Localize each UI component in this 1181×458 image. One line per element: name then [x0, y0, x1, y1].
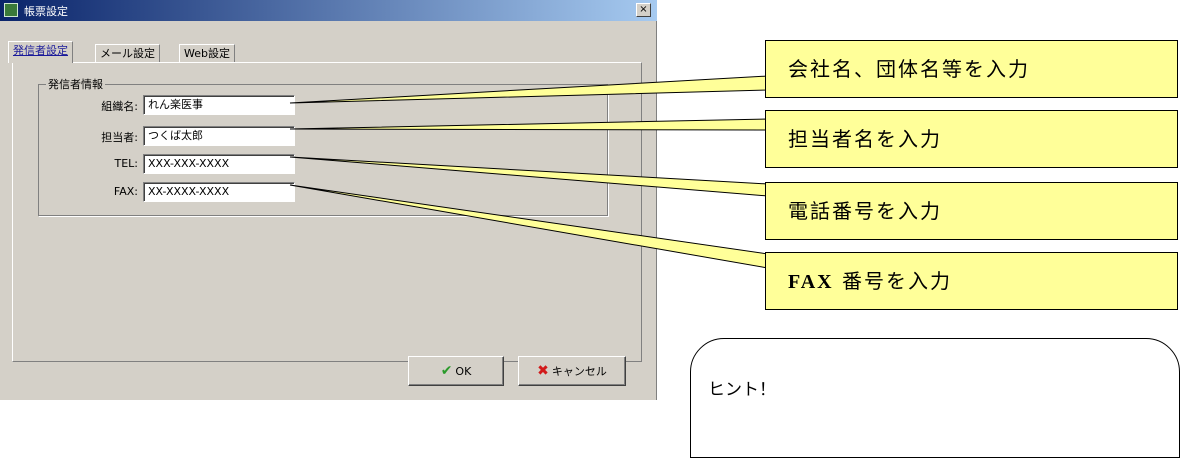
tab-sender-settings[interactable]: 発信者設定	[8, 41, 73, 63]
leader-tel	[289, 156, 769, 197]
callout-fax: FAX 番号を入力	[765, 252, 1178, 310]
hint-title: ヒント！	[708, 380, 776, 400]
callout-organization: 会社名、団体名等を入力	[765, 40, 1178, 98]
callout-fax-text: 番号を入力	[833, 269, 952, 293]
callout-fax-prefix: FAX	[788, 271, 834, 293]
leader-fax	[289, 184, 769, 269]
leader-organization	[289, 75, 769, 104]
leader-person	[289, 118, 769, 131]
callout-person: 担当者名を入力	[765, 110, 1178, 168]
callout-tel: 電話番号を入力	[765, 182, 1178, 240]
